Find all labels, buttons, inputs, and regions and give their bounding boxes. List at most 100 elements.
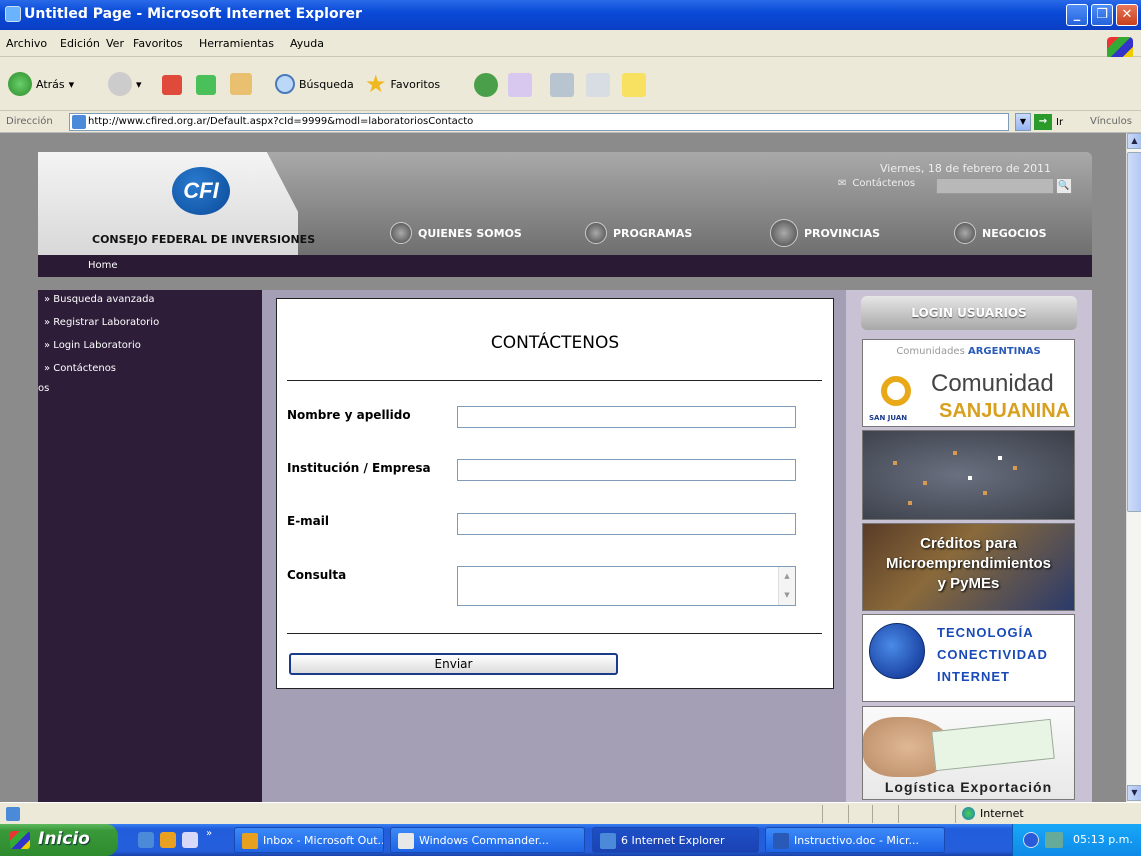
company-label: Institución / Empresa — [287, 461, 431, 475]
banner1-small: SAN JUAN — [869, 414, 908, 422]
nav-negocios[interactable]: NEGOCIOS — [954, 219, 1047, 247]
address-bar: Dirección http://www.cfired.org.ar/Defau… — [0, 111, 1141, 133]
sidebar-item-registrar[interactable]: » Registrar Laboratorio — [44, 317, 159, 328]
go-button[interactable]: → Ir — [1034, 113, 1063, 131]
cfi-logo[interactable]: CFI — [172, 167, 230, 215]
email-label: E-mail — [287, 514, 330, 528]
banner4-line3: INTERNET — [937, 669, 1010, 684]
forward-button[interactable]: ▾ — [108, 69, 142, 99]
close-button[interactable]: ✕ — [1116, 4, 1138, 26]
scroll-thumb[interactable] — [1127, 152, 1141, 512]
minimize-button[interactable]: _ — [1066, 4, 1088, 26]
sidebar-fragment: os — [38, 383, 50, 394]
search-button[interactable]: Búsqueda — [275, 69, 354, 99]
edit-icon[interactable] — [586, 73, 610, 97]
ie-task-icon — [600, 833, 616, 849]
print-icon[interactable] — [550, 73, 574, 97]
security-zone: Internet — [962, 807, 1024, 820]
taskbar: Inicio » Inbox - Microsoft Out... Window… — [0, 824, 1141, 856]
menu-ver[interactable]: Ver — [106, 37, 124, 50]
org-name: CONSEJO FEDERAL DE INVERSIONES — [92, 233, 316, 246]
favorites-button[interactable]: ★ Favoritos — [365, 69, 440, 99]
breadcrumb-home[interactable]: Home — [88, 260, 118, 271]
go-arrow-icon: → — [1034, 114, 1052, 130]
task-internet-explorer[interactable]: 6 Internet Explorer — [592, 827, 759, 853]
menu-favoritos[interactable]: Favoritos — [133, 37, 183, 50]
messenger-icon[interactable] — [622, 73, 646, 97]
banner-world-map[interactable] — [862, 430, 1075, 520]
address-input[interactable]: http://www.cfired.org.ar/Default.aspx?cI… — [69, 113, 1009, 131]
maximize-button[interactable]: ❐ — [1091, 4, 1113, 26]
sidebar-item-contactenos[interactable]: » Contáctenos — [44, 363, 116, 374]
query-textarea[interactable]: ▲ ▼ — [457, 566, 796, 606]
book-icon — [585, 222, 607, 244]
current-date: Viernes, 18 de febrero de 2011 — [880, 162, 1052, 175]
nav-programas[interactable]: PROGRAMAS — [585, 219, 692, 247]
outlook-quicklaunch-icon[interactable] — [160, 832, 176, 848]
history-icon[interactable] — [474, 73, 498, 97]
vertical-scrollbar[interactable]: ▲ ▼ — [1126, 133, 1141, 802]
tray-app-icon[interactable] — [1045, 832, 1063, 848]
map-icon — [770, 219, 798, 247]
banner-tecnologia[interactable]: TECNOLOGÍA CONECTIVIDAD INTERNET — [862, 614, 1075, 702]
banner3-line2: Microemprendimientos — [885, 555, 1052, 572]
login-users-button[interactable]: LOGIN USUARIOS — [861, 296, 1077, 330]
banner-logistica[interactable]: Logística Exportación — [862, 706, 1075, 800]
mail-icon[interactable] — [508, 73, 532, 97]
app-quicklaunch-icon[interactable] — [182, 832, 198, 848]
site-search-icon[interactable]: 🔍 — [1056, 178, 1072, 194]
banner-creditos[interactable]: Créditos para Microemprendimientos y PyM… — [862, 523, 1075, 611]
envelope-icon: ✉ — [838, 178, 847, 189]
toolbar: Atrás ▾ ▾ Búsqueda ★ Favoritos — [0, 57, 1141, 111]
banner-comunidad-sanjuanina[interactable]: Comunidades ARGENTINAS SAN JUAN Comunida… — [862, 339, 1075, 427]
windows-flag-icon — [10, 831, 30, 849]
links-label[interactable]: Vínculos — [1090, 116, 1132, 127]
star-icon: ★ — [365, 70, 387, 98]
menu-archivo[interactable]: Archivo — [6, 37, 47, 50]
nav-provincias[interactable]: PROVINCIAS — [770, 219, 880, 247]
sidebar-item-busqueda[interactable]: » Busqueda avanzada — [44, 294, 155, 305]
nav-quienes-somos[interactable]: QUIENES SOMOS — [390, 219, 522, 247]
card-image — [931, 718, 1055, 772]
refresh-icon[interactable] — [196, 75, 216, 95]
start-button[interactable]: Inicio — [0, 824, 118, 856]
address-dropdown-button[interactable]: ▼ — [1015, 113, 1031, 131]
back-button[interactable]: Atrás ▾ — [8, 69, 74, 99]
sun-icon — [881, 376, 911, 406]
window-title: Untitled Page - Microsoft Internet Explo… — [24, 6, 362, 22]
system-tray: 05:13 p.m. — [1012, 824, 1141, 856]
page-status-icon — [6, 807, 20, 821]
name-label: Nombre y apellido — [287, 408, 411, 422]
email-field[interactable] — [457, 513, 796, 535]
stop-icon[interactable] — [162, 75, 182, 95]
scroll-down-icon[interactable]: ▼ — [1127, 785, 1141, 801]
banner3-line1: Créditos para — [920, 535, 1017, 552]
ie-quicklaunch-icon[interactable] — [138, 832, 154, 848]
contact-form — [276, 298, 834, 689]
clock[interactable]: 05:13 p.m. — [1073, 833, 1133, 846]
left-sidebar: » Busqueda avanzada » Registrar Laborato… — [38, 290, 262, 802]
breadcrumb: Home — [38, 255, 1092, 277]
menu-ayuda[interactable]: Ayuda — [290, 37, 324, 50]
sidebar-item-login[interactable]: » Login Laboratorio — [44, 340, 141, 351]
task-word[interactable]: Instructivo.doc - Micr... — [765, 827, 945, 853]
status-bar: Internet — [0, 802, 1141, 824]
divider — [287, 633, 822, 634]
forward-arrow-icon — [108, 72, 132, 96]
name-field[interactable] — [457, 406, 796, 428]
outlook-icon — [242, 833, 258, 849]
site-search-input[interactable] — [936, 178, 1054, 194]
quicklaunch-expand-icon[interactable]: » — [206, 828, 212, 839]
contact-link[interactable]: ✉ Contáctenos — [838, 178, 915, 189]
tray-network-icon[interactable] — [1023, 832, 1039, 848]
textarea-scrollbar[interactable]: ▲ ▼ — [778, 567, 795, 605]
menu-edicion[interactable]: Edición — [60, 37, 100, 50]
banner1-top-b: ARGENTINAS — [967, 346, 1041, 357]
submit-button[interactable]: Enviar — [289, 653, 618, 675]
task-outlook[interactable]: Inbox - Microsoft Out... — [234, 827, 384, 853]
task-windows-commander[interactable]: Windows Commander... — [390, 827, 585, 853]
scroll-up-icon[interactable]: ▲ — [1127, 133, 1141, 149]
home-icon[interactable] — [230, 73, 252, 95]
company-field[interactable] — [457, 459, 796, 481]
menu-herramientas[interactable]: Herramientas — [199, 37, 274, 50]
